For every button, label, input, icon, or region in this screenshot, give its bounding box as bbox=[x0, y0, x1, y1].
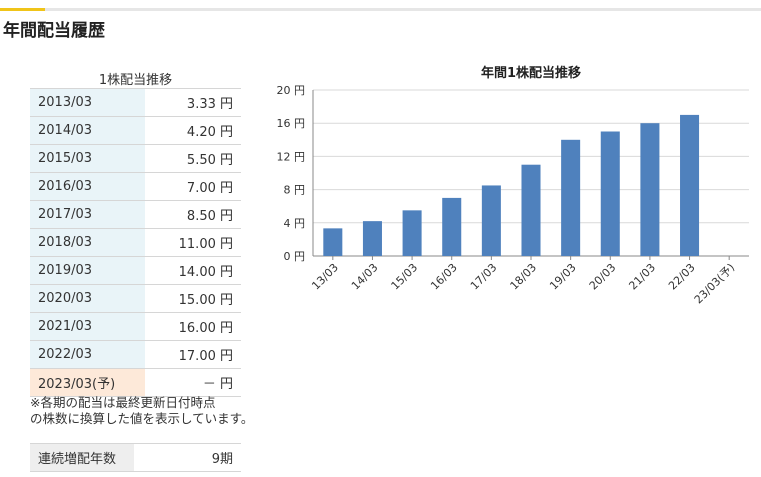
bar bbox=[442, 197, 462, 256]
dividend-amount-cell: 14.00 円 bbox=[145, 256, 241, 285]
section-accent-bar bbox=[0, 8, 45, 11]
dividend-amount-cell: 3.33 円 bbox=[145, 88, 241, 117]
dividend-table-row: 2020/03 15.00 円 bbox=[30, 284, 241, 313]
dividend-period-cell: 2013/03 bbox=[30, 88, 145, 117]
dividend-period-cell: 2023/03(予) bbox=[30, 368, 145, 397]
dividend-chart-svg: 年間1株配当推移0 円4 円8 円12 円16 円20 円13/03 14/03 1… bbox=[277, 65, 749, 306]
streak-label: 連続増配年数 bbox=[30, 443, 134, 472]
dividend-chart: 年間1株配当推移 0 円4 円8 円 12 円 16 円 20 円 13/03 14/03 1… bbox=[262, 58, 757, 324]
y-tick-label: 4 円 bbox=[284, 217, 306, 230]
dividend-table-row: 2021/03 16.00 円 bbox=[30, 312, 241, 341]
dividend-amount-cell: 17.00 円 bbox=[145, 340, 241, 369]
dividend-amount-cell: 8.50 円 bbox=[145, 200, 241, 229]
x-tick-label: 15/03 bbox=[389, 261, 421, 293]
dividend-amount-cell: 4.20 円 bbox=[145, 116, 241, 145]
dividend-period-cell: 2021/03 bbox=[30, 312, 145, 341]
bar bbox=[362, 221, 382, 256]
streak-row: 連続増配年数 9期 bbox=[30, 443, 241, 472]
dividend-period-cell: 2020/03 bbox=[30, 284, 145, 313]
dividend-table-row: 2014/03 4.20 円 bbox=[30, 116, 241, 145]
x-tick-label: 13/03 bbox=[309, 261, 341, 293]
dividend-table: 2013/03 3.33 円 2014/03 4.20 円 2015/03 5.50 円2… bbox=[30, 88, 241, 397]
bar bbox=[600, 131, 620, 256]
y-tick-label: 12 円 bbox=[277, 150, 306, 163]
x-tick-label: 22/03 bbox=[666, 261, 698, 293]
bar bbox=[521, 164, 541, 256]
x-tick-label: 19/03 bbox=[547, 261, 579, 293]
x-tick-label: 17/03 bbox=[468, 261, 500, 293]
dividend-amount-cell: 5.50 円 bbox=[145, 144, 241, 173]
streak-value: 9期 bbox=[134, 443, 241, 472]
dividend-table-row: 2013/03 3.33 円 bbox=[30, 88, 241, 117]
note-line-2: の株数に換算した値を表示しています。 bbox=[30, 411, 254, 426]
dividend-period-cell: 2017/03 bbox=[30, 200, 145, 229]
section-top-rule bbox=[0, 8, 761, 11]
y-tick-label: 0 円 bbox=[284, 250, 306, 263]
dividend-table-row: 2019/03 14.00 円 bbox=[30, 256, 241, 285]
x-tick-label: 23/03(予) bbox=[692, 261, 737, 306]
dividend-amount-cell: － 円 bbox=[145, 368, 241, 397]
dividend-amount-cell: 11.00 円 bbox=[145, 228, 241, 257]
bar bbox=[640, 123, 660, 256]
dividend-amount-cell: 15.00 円 bbox=[145, 284, 241, 313]
dividend-amount-cell: 16.00 円 bbox=[145, 312, 241, 341]
bar bbox=[481, 185, 501, 256]
bar bbox=[323, 228, 343, 256]
note-line-1: ※各期の配当は最終更新日付時点 bbox=[30, 395, 216, 410]
dividend-amount-cell: 7.00 円 bbox=[145, 172, 241, 201]
dividend-period-cell: 2019/03 bbox=[30, 256, 145, 285]
dividend-period-cell: 2016/03 bbox=[30, 172, 145, 201]
dividend-table-row: 2015/03 5.50 円 bbox=[30, 144, 241, 173]
dividend-table-row: 2017/03 8.50 円 bbox=[30, 200, 241, 229]
dividend-table-row: 2018/03 11.00 円 bbox=[30, 228, 241, 257]
streak-table: 連続増配年数 9期 bbox=[30, 443, 241, 472]
bar bbox=[402, 210, 422, 256]
x-tick-label: 20/03 bbox=[587, 261, 619, 293]
dividend-table-row: 2023/03(予) － 円 bbox=[30, 368, 241, 397]
chart-title: 年間1株配当推移 bbox=[481, 65, 581, 81]
x-tick-label: 21/03 bbox=[626, 261, 658, 293]
note-text: ※各期の配当は最終更新日付時点 の株数に換算した値を表示しています。 bbox=[30, 395, 253, 427]
dividend-period-cell: 2015/03 bbox=[30, 144, 145, 173]
bar bbox=[680, 114, 700, 257]
x-tick-label: 14/03 bbox=[349, 261, 381, 293]
dividend-table-row: 2016/03 7.00 円 bbox=[30, 172, 241, 201]
dividend-table-row: 2022/03 17.00 円 bbox=[30, 340, 241, 369]
dividend-period-cell: 2018/03 bbox=[30, 228, 145, 257]
y-tick-label: 8 円 bbox=[284, 184, 306, 197]
bar bbox=[561, 139, 581, 256]
dividend-period-cell: 2014/03 bbox=[30, 116, 145, 145]
x-tick-label: 16/03 bbox=[428, 261, 460, 293]
y-tick-label: 20 円 bbox=[277, 84, 306, 97]
dividend-table-caption: 1株配当推移 bbox=[98, 73, 173, 88]
section-title: 年間配当履歴 bbox=[3, 21, 105, 41]
dividend-period-cell: 2022/03 bbox=[30, 340, 145, 369]
y-tick-label: 16 円 bbox=[277, 117, 306, 130]
x-tick-label: 18/03 bbox=[508, 261, 540, 293]
